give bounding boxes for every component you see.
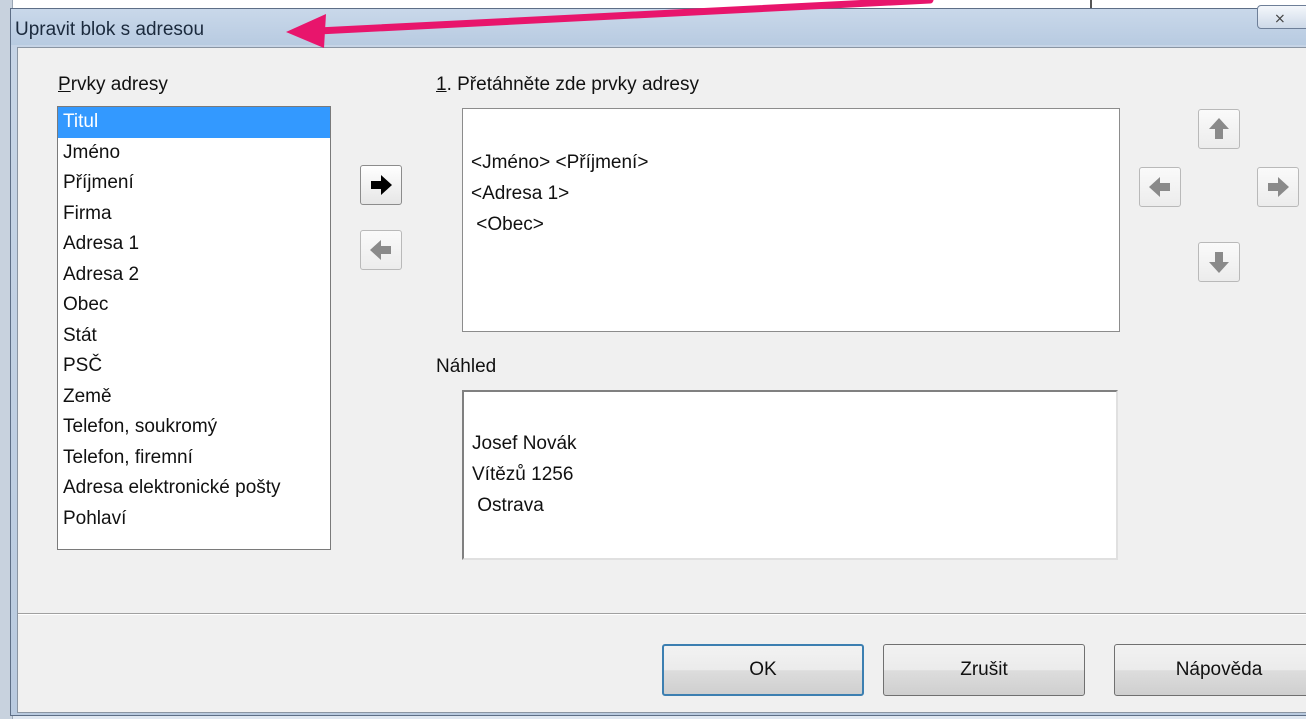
remove-element-button[interactable] [360,230,402,270]
list-item[interactable]: Titul [58,107,330,138]
list-item[interactable]: Stát [58,321,330,352]
list-item[interactable]: PSČ [58,351,330,382]
arrow-right-icon [1268,177,1289,197]
preview-line: Ostrava [472,495,544,516]
move-left-button[interactable] [1139,167,1181,207]
titlebar: Upravit blok s adresou ⨯ [11,5,1306,45]
close-button[interactable]: ⨯ [1257,5,1306,29]
button-separator [18,613,1306,615]
preview-line: Josef Novák [472,433,577,454]
address-elements-label: Prvky adresy [58,74,168,95]
list-item[interactable]: Adresa 2 [58,260,330,291]
arrow-left-icon [1149,177,1170,197]
list-item[interactable]: Země [58,382,330,413]
close-icon: ⨯ [1274,10,1286,26]
cancel-button[interactable]: Zrušit [883,644,1085,696]
help-button[interactable]: Nápověda [1114,644,1306,696]
ok-button[interactable]: OK [662,644,864,696]
background-document [0,0,1306,8]
list-item[interactable]: Telefon, firemní [58,443,330,474]
preview-label: Náhled [436,356,497,377]
list-item[interactable]: Příjmení [58,168,330,199]
move-up-button[interactable] [1198,109,1240,149]
drag-elements-label: 1. Přetáhněte zde prvky adresy [436,74,699,95]
move-right-button[interactable] [1257,167,1299,207]
dialog-client-area: Prvky adresy Titul Jméno Příjmení Firma Adre… [17,47,1306,713]
list-item[interactable]: Firma [58,199,330,230]
arrow-left-icon [370,240,391,260]
arrow-down-icon [1209,252,1229,273]
address-block-line[interactable]: <Adresa 1> [471,178,1119,209]
address-block-editor[interactable]: <Jméno> <Příjmení> <Adresa 1> <Obec> [462,108,1120,332]
address-block-dialog: Upravit blok s adresou ⨯ Prvky adresy Ti… [10,5,1306,716]
list-item[interactable]: Pohlaví [58,504,330,535]
list-item[interactable]: Telefon, soukromý [58,412,330,443]
address-elements-list[interactable]: Titul Jméno Příjmení Firma Adresa 1 Adresa 2O… [57,106,331,550]
preview-line: Vítězů 1256 [472,464,574,485]
address-preview: Josef Novák Vítězů 1256 Ostrava [462,390,1118,560]
arrow-up-icon [1209,118,1229,139]
arrow-right-icon [371,175,392,195]
address-block-line[interactable]: <Jméno> <Příjmení> [471,147,1119,178]
move-down-button[interactable] [1198,242,1240,282]
list-item[interactable]: Adresa 1 [58,229,330,260]
dialog-title: Upravit blok s adresou [15,19,205,40]
list-item[interactable]: Jméno [58,138,330,169]
address-block-line[interactable]: <Obec> [471,209,1119,240]
add-element-button[interactable] [360,165,402,205]
list-item[interactable]: Obec [58,290,330,321]
list-item[interactable]: Adresa elektronické pošty [58,473,330,504]
